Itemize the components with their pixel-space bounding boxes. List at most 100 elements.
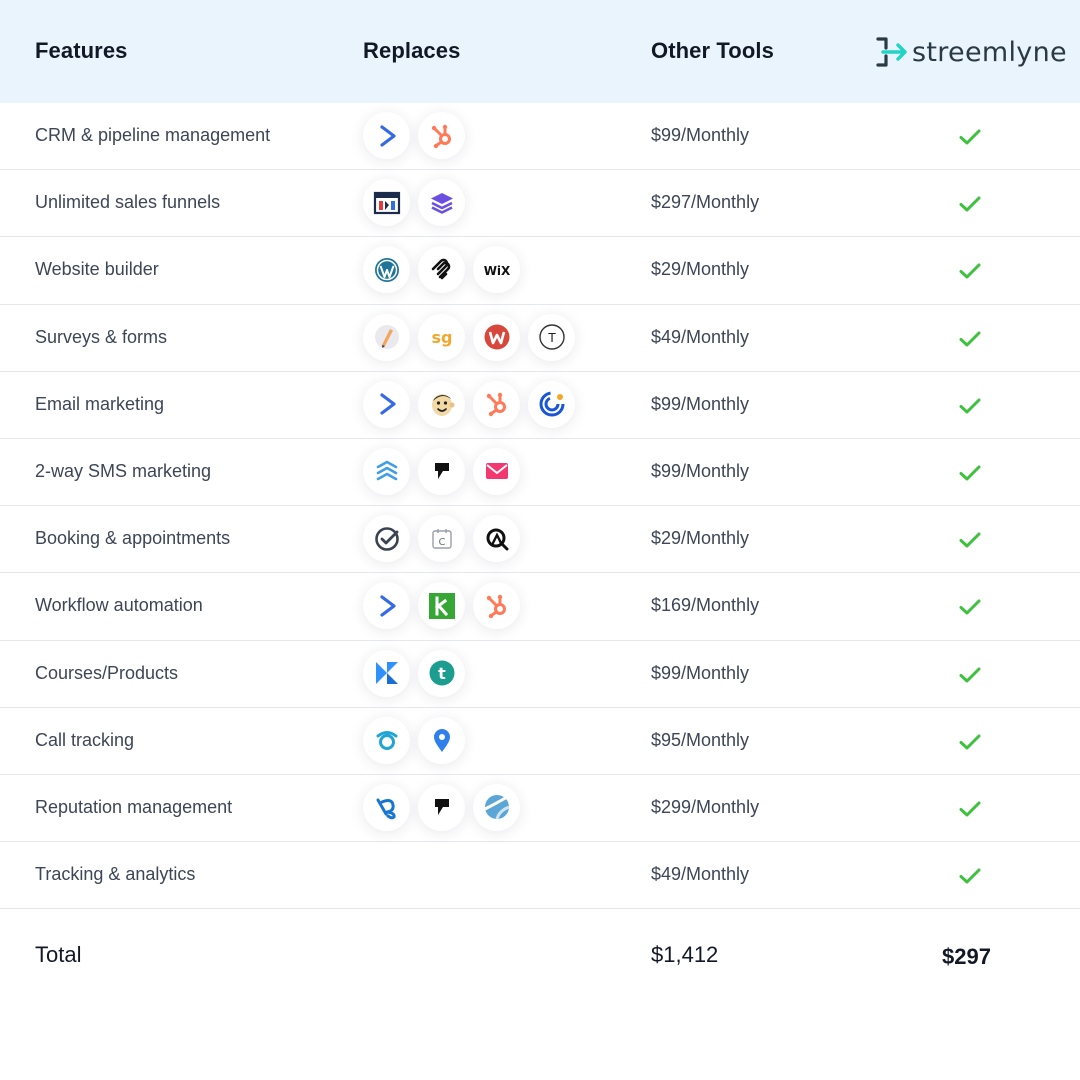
textmagic-icon <box>363 447 410 495</box>
other-tools-price: $99/Monthly <box>651 125 750 145</box>
included-check-icon <box>959 667 981 682</box>
constantcontact-icon <box>528 380 575 428</box>
clickfunnels-icon <box>363 179 410 227</box>
table-row: Email marketing $99/Monthly <box>0 372 1080 439</box>
included-check-icon <box>959 331 981 347</box>
activecampaign-icon <box>363 112 410 159</box>
other-tools-price: $49/Monthly <box>651 864 750 885</box>
included-check-icon <box>959 532 981 548</box>
replaced-tools <box>363 716 473 765</box>
feature-name: Tracking & analytics <box>35 864 196 885</box>
table-row: Call tracking $95/Monthly <box>0 708 1080 775</box>
table-row: Courses/Products t $99/Monthly <box>0 641 1080 708</box>
feature-name: CRM & pipeline management <box>35 125 271 145</box>
activecampaign-icon <box>363 380 410 428</box>
svg-text:sg: sg <box>431 328 452 347</box>
hubspot-icon <box>418 112 465 159</box>
replaced-tools <box>363 447 528 496</box>
surveygizmo-icon: sg <box>418 313 465 361</box>
total-label: Total <box>35 942 82 967</box>
hubspot-icon <box>473 582 520 630</box>
replaced-tools <box>363 582 528 630</box>
features-table: CRM & pipeline management $99/Monthly Unli… <box>0 103 1080 910</box>
features-column-header: Features <box>35 38 128 63</box>
included-check-icon <box>959 868 981 884</box>
other-tools-column-header: Other Tools <box>651 38 774 63</box>
feature-name: Unlimited sales funnels <box>35 192 221 213</box>
podium-icon <box>418 447 465 495</box>
feature-name: Surveys & forms <box>35 326 168 347</box>
included-check-icon <box>959 801 981 817</box>
table-row: Surveys & forms sg T $49/Monthly <box>0 305 1080 372</box>
feature-name: Workflow automation <box>35 595 203 616</box>
replaced-tools: sg T <box>363 313 583 362</box>
other-tools-price: $29/Monthly <box>651 259 750 280</box>
replaced-tools: WiX <box>363 246 528 294</box>
other-tools-price: $49/Monthly <box>651 326 750 347</box>
other-tools-price: $99/Monthly <box>651 460 750 481</box>
pen-icon <box>363 313 410 361</box>
feature-name: Booking & appointments <box>35 528 231 549</box>
reputation-icon <box>473 783 520 831</box>
other-tools-price: $297/Monthly <box>651 192 760 213</box>
wordpress-icon <box>363 246 410 294</box>
included-check-icon <box>959 263 981 279</box>
acuity-icon <box>473 515 520 563</box>
wix-icon: WiX <box>473 246 520 294</box>
table-row: Tracking & analytics $49/Monthly <box>0 842 1080 910</box>
replaced-tools <box>363 179 473 227</box>
table-row: Workflow automation $169/Monthly <box>0 573 1080 641</box>
brand-name: streemlyne <box>912 36 1067 68</box>
activecampaign-icon <box>363 582 410 630</box>
included-check-icon <box>959 734 981 750</box>
table-row: Reputation management $299/Monthly <box>0 775 1080 843</box>
check-circle-icon <box>363 515 410 563</box>
table-row: 2-way SMS marketing $99/Monthly <box>0 439 1080 507</box>
wufoo-icon <box>473 313 520 361</box>
replaced-tools <box>363 380 583 429</box>
location-pin-icon <box>418 716 465 764</box>
replaced-tools: t <box>363 649 473 698</box>
mail-icon <box>473 447 520 495</box>
svg-text:C: C <box>438 537 445 548</box>
included-check-icon <box>959 465 981 481</box>
teachable-icon: t <box>418 649 465 697</box>
feature-name: 2-way SMS marketing <box>35 460 212 481</box>
keap-icon <box>418 582 465 630</box>
feature-name: Email marketing <box>35 393 165 414</box>
table-header: Features Replaces Other Tools streemlyne <box>0 0 1080 103</box>
podium-icon <box>418 783 465 831</box>
brand-arrow-icon <box>876 37 907 67</box>
layers-icon <box>418 179 465 227</box>
replaces-column-header: Replaces <box>363 38 461 63</box>
other-tools-price: $169/Monthly <box>651 595 760 616</box>
calendar-icon: C <box>418 515 465 563</box>
callrail-icon <box>363 716 410 764</box>
mailchimp-icon <box>418 380 465 428</box>
included-check-icon <box>959 196 981 212</box>
total-row: Total $1,412 $297 <box>0 910 1080 1000</box>
birdeye-icon <box>363 783 410 831</box>
table-row: Unlimited sales funnels $297/Monthly <box>0 170 1080 238</box>
feature-name: Reputation management <box>35 796 233 817</box>
typeform-icon: T <box>528 313 575 361</box>
brand-logo: streemlyne <box>874 34 1067 70</box>
svg-text:t: t <box>438 664 446 683</box>
feature-name: Courses/Products <box>35 662 179 683</box>
replaced-tools: C <box>363 515 528 563</box>
hubspot-icon <box>473 380 520 428</box>
other-tools-price: $299/Monthly <box>651 796 760 817</box>
included-check-icon <box>959 129 981 145</box>
total-streemlyne: $297 <box>942 944 991 969</box>
other-tools-price: $99/Monthly <box>651 662 750 683</box>
svg-text:T: T <box>547 331 556 345</box>
other-tools-price: $95/Monthly <box>651 729 750 750</box>
svg-text:WiX: WiX <box>483 264 510 278</box>
table-row: Booking & appointments C $29/Monthly <box>0 506 1080 574</box>
other-tools-price: $99/Monthly <box>651 393 750 414</box>
feature-name: Website builder <box>35 259 159 280</box>
table-row: Website builder WiX $29/Monthly <box>0 237 1080 305</box>
kajabi-icon <box>363 649 410 697</box>
replaced-tools <box>363 112 473 160</box>
replaced-tools <box>363 783 528 832</box>
